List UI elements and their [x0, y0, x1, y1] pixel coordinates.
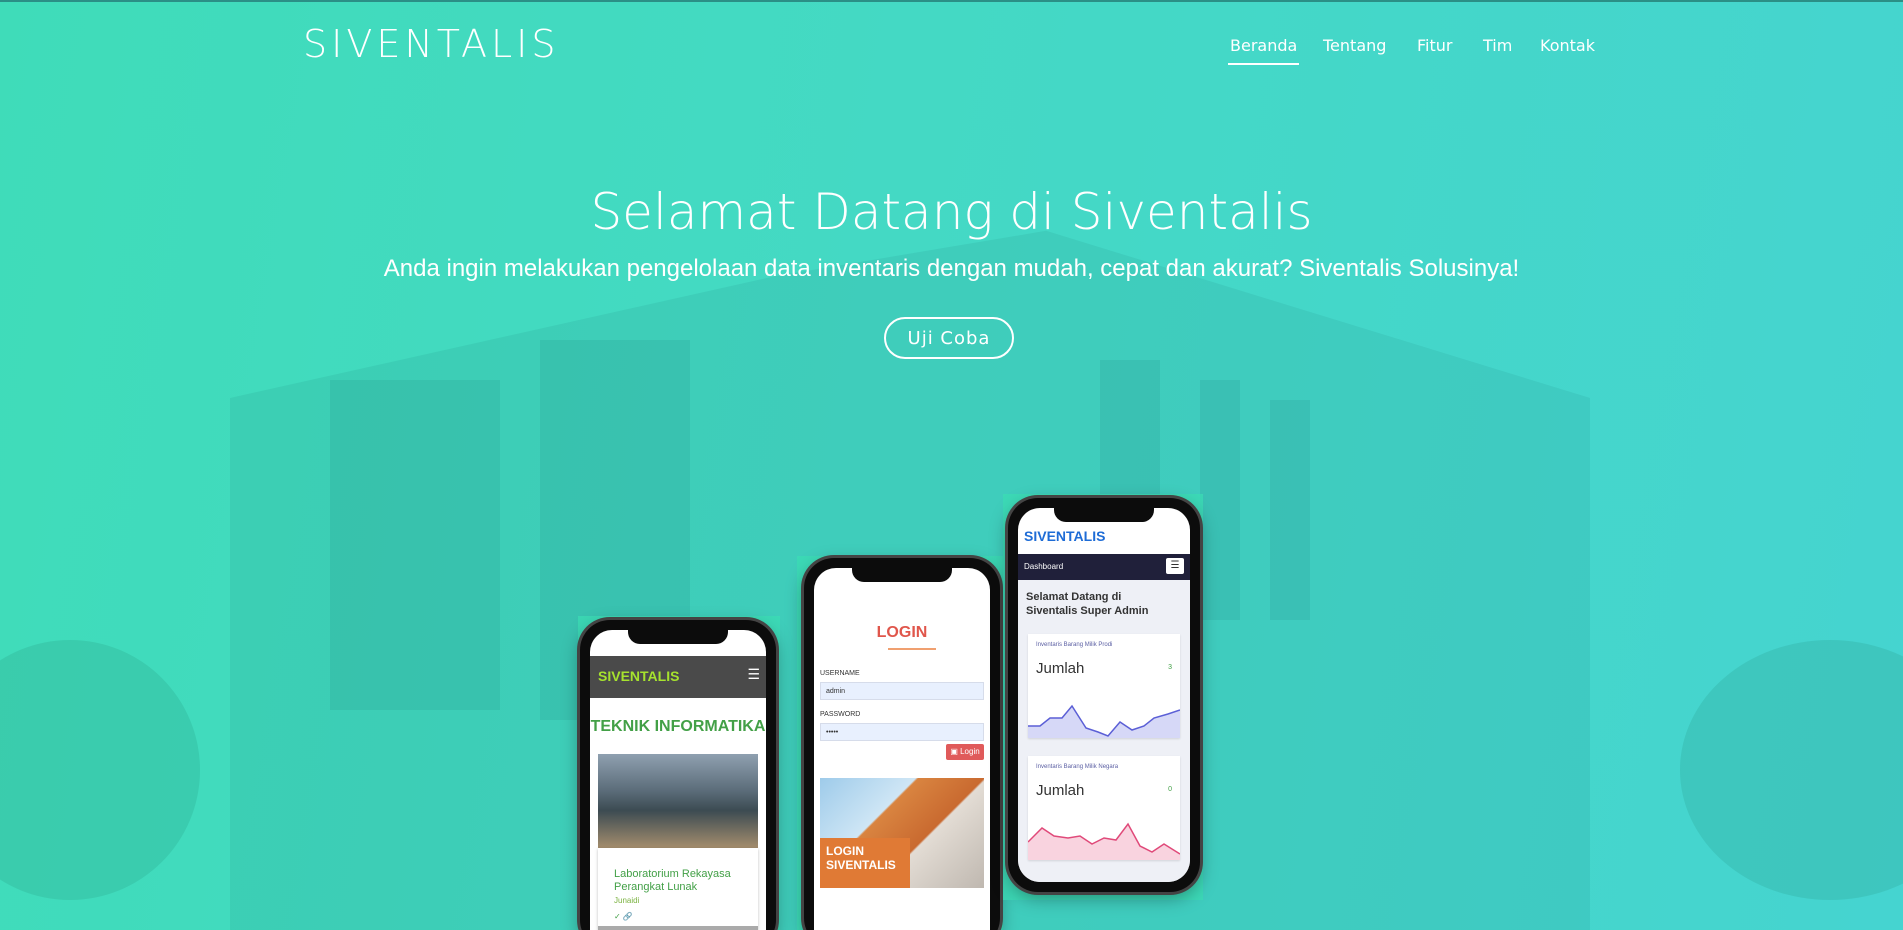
phone-notch [628, 628, 728, 644]
stat-card-label: Jumlah [1036, 660, 1085, 677]
phone-mockup-middle: LOGIN USERNAME admin PASSWORD ••••• ▣ Lo… [804, 558, 1000, 930]
password-label: PASSWORD [820, 711, 861, 718]
stat-card-count: 0 [1168, 786, 1172, 793]
app-header: SIVENTALIS ☰ [590, 656, 766, 698]
hamburger-icon: ☰ [1166, 558, 1184, 574]
welcome-text: Selamat Datang di Siventalis Super Admin [1026, 591, 1149, 617]
stat-card-title: Inventaris Barang Milik Prodi [1036, 642, 1113, 648]
hamburger-icon: ☰ [747, 666, 760, 682]
phone-mockup-right: SIVENTALIS Dashboard ☰ Selamat Datang di… [1008, 498, 1200, 892]
section-title: TEKNIK INFORMATIKA [590, 718, 766, 735]
hero-section: SIVENTALIS Beranda Tentang Fitur Tim Kon… [0, 0, 1903, 930]
dashboard-navbar: Dashboard ☰ [1018, 554, 1190, 580]
login-title: LOGIN [876, 624, 928, 641]
stat-card-count: 3 [1168, 664, 1172, 671]
hero-subtitle: Anda ingin melakukan pengelolaan data in… [383, 255, 1520, 282]
brand-logo[interactable]: SIVENTALIS [303, 22, 560, 66]
background-tree [1680, 640, 1903, 900]
article-icons: ✓ 🔗 [614, 912, 633, 921]
login-button-label: Login [960, 747, 980, 756]
phone-notch [852, 566, 952, 582]
try-demo-button[interactable]: Uji Coba [884, 317, 1014, 359]
sparkline-chart [1028, 704, 1180, 738]
login-icon: ▣ [950, 747, 958, 756]
background-window [1200, 380, 1240, 620]
sparkline-chart [1028, 822, 1180, 860]
banner-caption: LOGIN SIVENTALIS [826, 844, 896, 872]
article-author: Junaidi [614, 896, 640, 905]
username-field: admin [820, 682, 984, 700]
app-brand: SIVENTALIS [598, 668, 680, 684]
next-card-preview [598, 926, 758, 930]
stat-card-title: Inventaris Barang Milik Negara [1036, 764, 1119, 770]
stat-card: Inventaris Barang Milik Prodi Jumlah 3 [1028, 634, 1180, 738]
password-field: ••••• [820, 723, 984, 741]
stat-card: Inventaris Barang Milik Negara Jumlah 0 [1028, 756, 1180, 860]
article-caption: Laboratorium Rekayasa Perangkat Lunak [614, 868, 731, 893]
phone-notch [1054, 506, 1154, 522]
username-label: USERNAME [820, 670, 860, 677]
nav-link-tim[interactable]: Tim [1483, 36, 1512, 55]
phone-screen: SIVENTALIS ☰ TEKNIK INFORMATIKA Laborato… [590, 630, 766, 930]
nav-link-fitur[interactable]: Fitur [1417, 36, 1452, 55]
nav-link-kontak[interactable]: Kontak [1540, 36, 1595, 55]
phone-screen: SIVENTALIS Dashboard ☰ Selamat Datang di… [1018, 508, 1190, 882]
nav-link-tentang[interactable]: Tentang [1323, 36, 1386, 55]
phone-mockup-left: SIVENTALIS ☰ TEKNIK INFORMATIKA Laborato… [580, 620, 776, 930]
background-window [1270, 400, 1310, 620]
lab-photo [598, 754, 758, 848]
phone-screen: LOGIN USERNAME admin PASSWORD ••••• ▣ Lo… [814, 568, 990, 930]
background-tree [0, 640, 200, 900]
stat-card-label: Jumlah [1036, 782, 1085, 799]
dashboard-label: Dashboard [1024, 562, 1064, 571]
title-underline [888, 648, 936, 650]
app-brand: SIVENTALIS [1024, 528, 1106, 544]
nav-link-beranda[interactable]: Beranda [1227, 36, 1300, 65]
background-window [330, 380, 500, 710]
hero-title: Selamat Datang di Siventalis [590, 183, 1313, 241]
login-button: ▣ Login [946, 744, 984, 760]
